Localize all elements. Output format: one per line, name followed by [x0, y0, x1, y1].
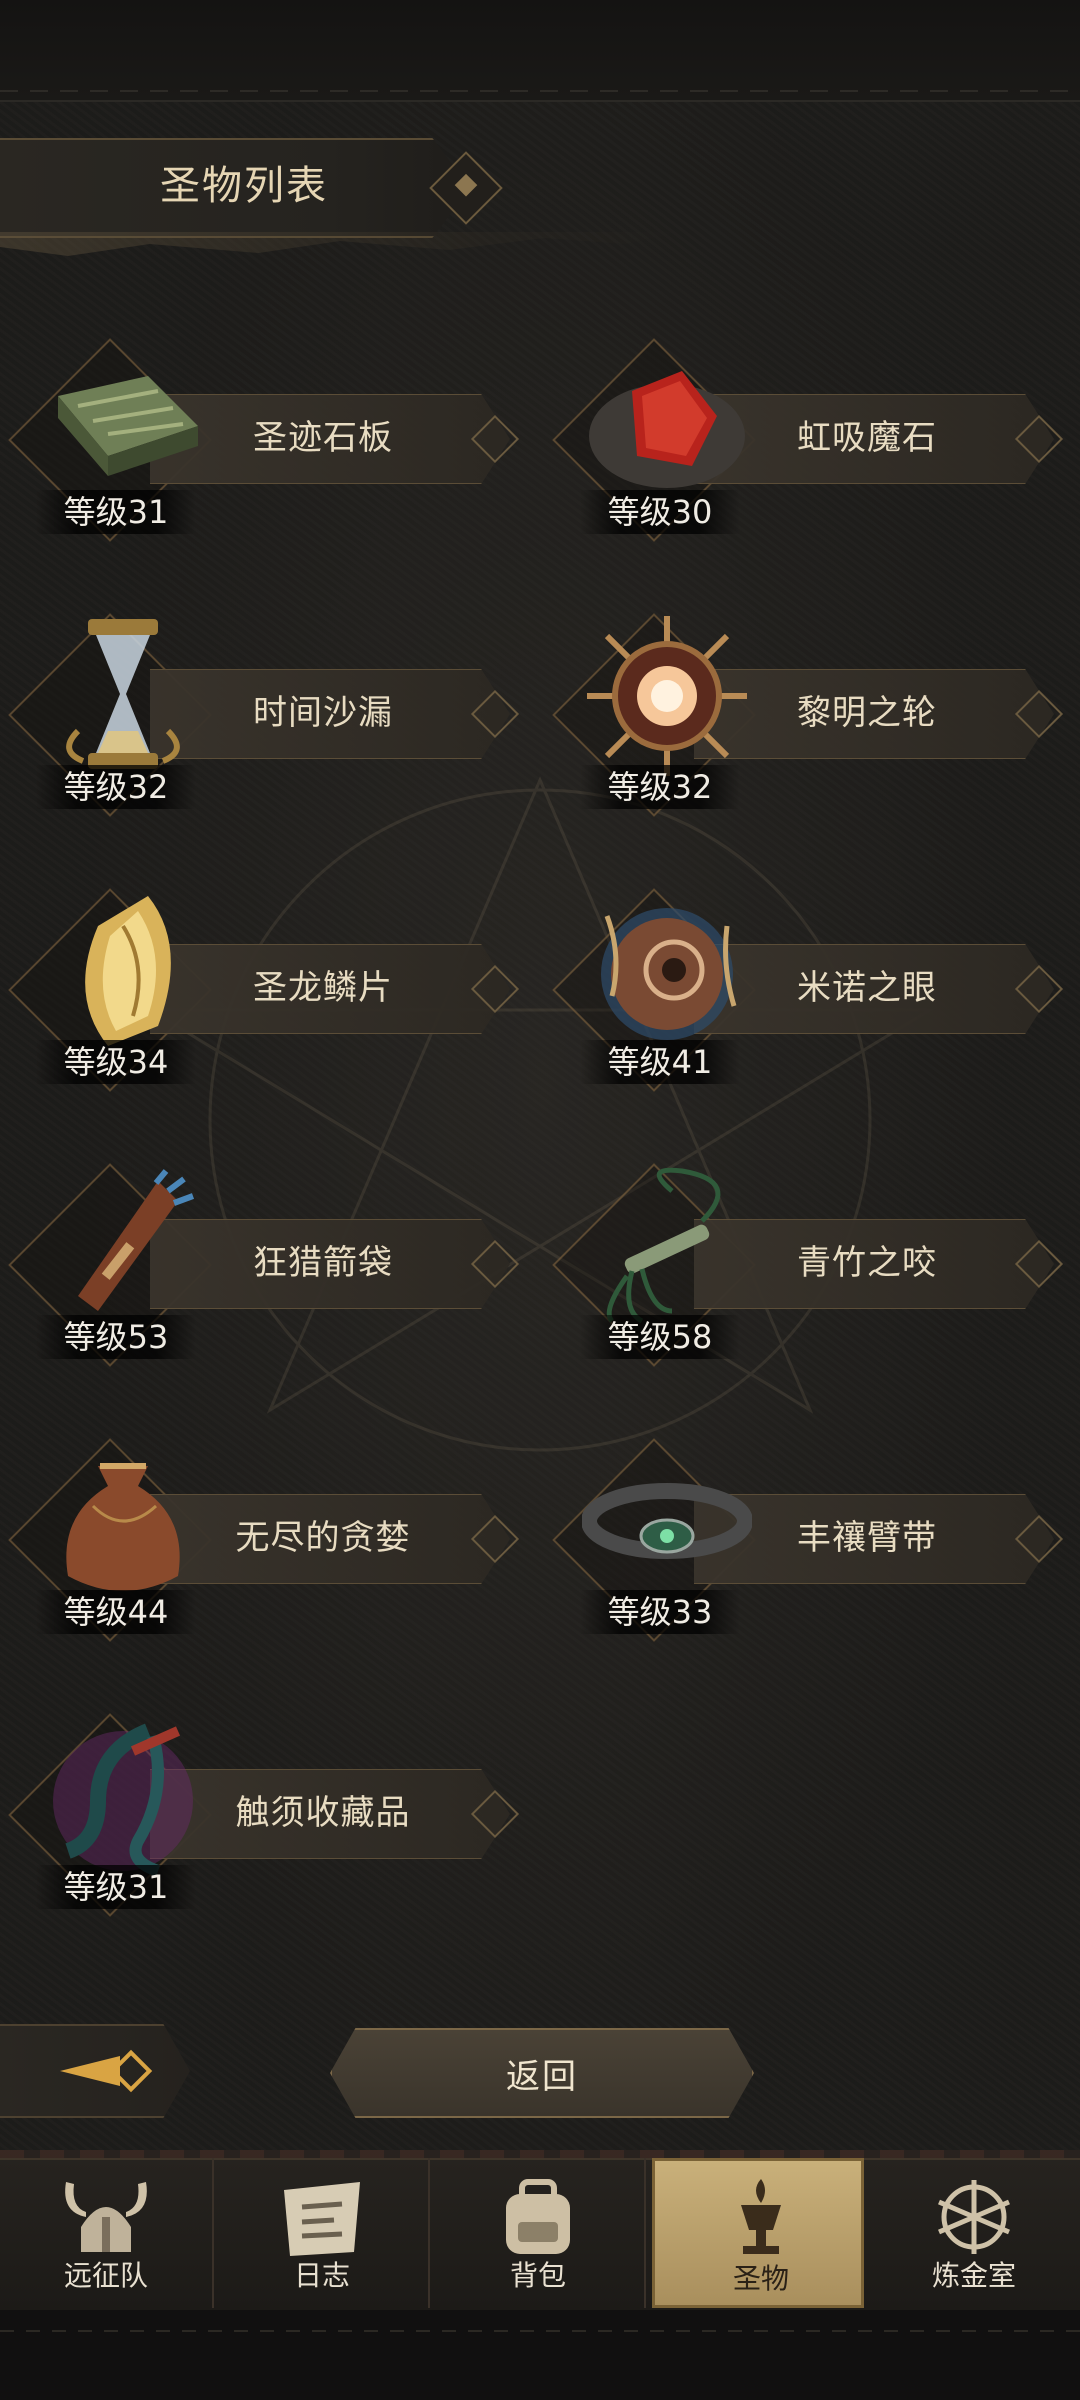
- relic-item-6[interactable]: 米诺之眼 等级41: [544, 880, 1064, 1100]
- tab-label: 背包: [509, 2259, 566, 2292]
- relic-name: 圣迹石板: [253, 418, 393, 458]
- scroll-log-icon: [284, 2182, 360, 2256]
- relic-item-11[interactable]: 触须收藏品 等级31: [0, 1705, 520, 1925]
- relic-level: 等级31: [36, 1865, 196, 1909]
- top-ornament-band: [0, 0, 1080, 102]
- arrow-left-icon: [60, 2049, 153, 2093]
- relic-level: 等级33: [580, 1590, 740, 1634]
- relic-level: 等级53: [36, 1315, 196, 1359]
- relic-name: 青竹之咬: [797, 1243, 937, 1283]
- tab-label: 日志: [293, 2259, 350, 2292]
- relic-item-2[interactable]: 虹吸魔石 等级30: [544, 330, 1064, 550]
- relic-name: 时间沙漏: [253, 693, 393, 733]
- relic-level: 等级44: [36, 1590, 196, 1634]
- relic-item-9[interactable]: 无尽的贪婪 等级44: [0, 1430, 520, 1650]
- tab-backpack[interactable]: 背包: [432, 2158, 646, 2308]
- relic-item-3[interactable]: 时间沙漏 等级32: [0, 605, 520, 825]
- relic-item-7[interactable]: 狂猎箭袋 等级53: [0, 1155, 520, 1375]
- relic-level: 等级58: [580, 1315, 740, 1359]
- relic-level: 等级31: [36, 490, 196, 534]
- relic-item-4[interactable]: 黎明之轮 等级32: [544, 605, 1064, 825]
- relic-level: 等级32: [36, 765, 196, 809]
- relic-item-1[interactable]: 圣迹石板 等级31: [0, 330, 520, 550]
- tab-label: 远征队: [63, 2259, 148, 2292]
- relic-name: 圣龙鳞片: [253, 968, 393, 1008]
- relic-list-screen: { "header": { "title": "圣物列表" }, "relics…: [0, 0, 1080, 2400]
- title-torn-edge: [0, 232, 680, 256]
- relic-item-5[interactable]: 圣龙鳞片 等级34: [0, 880, 520, 1100]
- tab-expedition[interactable]: 远征队: [0, 2158, 214, 2308]
- viking-helmet-icon: [65, 2182, 147, 2252]
- relic-item-10[interactable]: 丰禳臂带 等级33: [544, 1430, 1064, 1650]
- relic-name: 无尽的贪婪: [235, 1518, 411, 1558]
- relic-level: 等级30: [580, 490, 740, 534]
- relic-level: 等级34: [36, 1040, 196, 1084]
- collapse-arrow-button[interactable]: [0, 2024, 190, 2118]
- tab-label: 炼金室: [931, 2259, 1016, 2292]
- relic-name: 触须收藏品: [235, 1793, 411, 1833]
- relic-chalice-icon: [741, 2179, 781, 2254]
- title-banner: 圣物列表: [0, 138, 530, 238]
- tab-alchemy[interactable]: 炼金室: [868, 2158, 1080, 2308]
- relic-name: 丰禳臂带: [797, 1518, 937, 1558]
- backpack-icon: [506, 2179, 570, 2254]
- tab-label: 圣物: [732, 2262, 789, 2295]
- relic-level: 等级32: [580, 765, 740, 809]
- relic-name: 虹吸魔石: [797, 418, 937, 458]
- tab-relics[interactable]: 圣物: [652, 2158, 864, 2308]
- bottom-ornament-band: [0, 2310, 1080, 2400]
- relic-name: 黎明之轮: [797, 693, 937, 733]
- relic-level: 等级41: [580, 1040, 740, 1084]
- relic-name: 米诺之眼: [797, 968, 937, 1008]
- back-button[interactable]: 返回: [330, 2028, 754, 2118]
- page-title: 圣物列表: [160, 163, 328, 209]
- tab-log[interactable]: 日志: [216, 2158, 430, 2308]
- alchemy-icon: [938, 2180, 1010, 2254]
- relic-item-8[interactable]: 青竹之咬 等级58: [544, 1155, 1064, 1375]
- relic-name: 狂猎箭袋: [253, 1243, 393, 1283]
